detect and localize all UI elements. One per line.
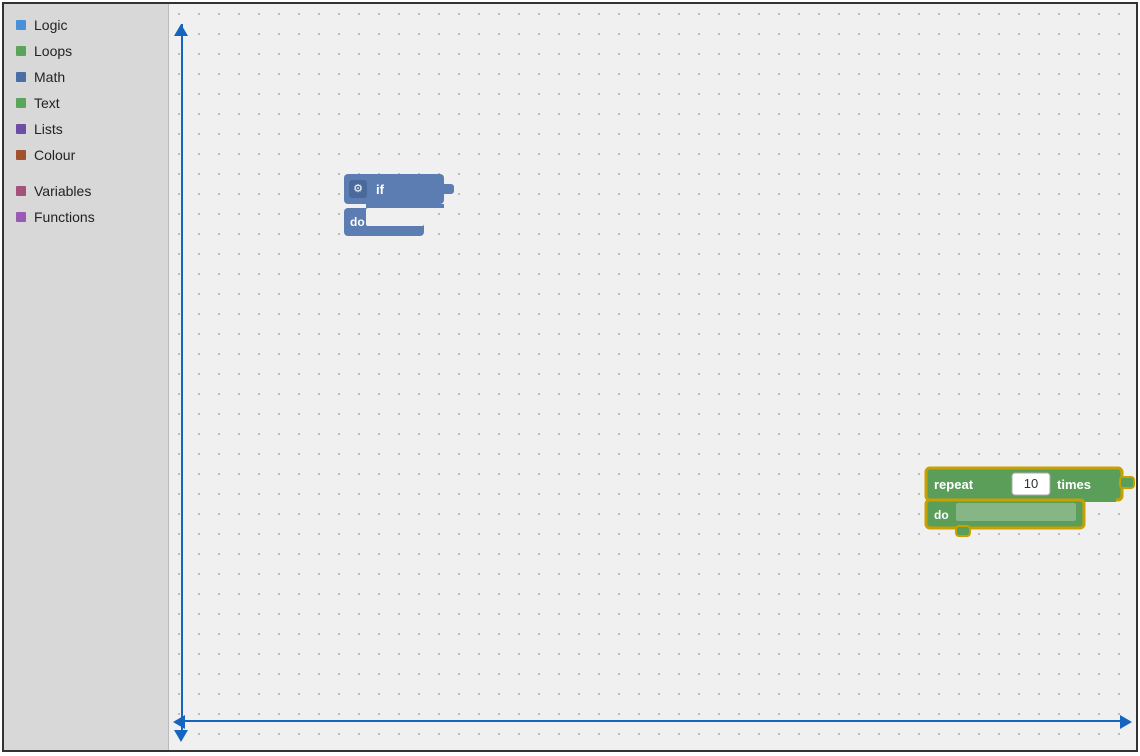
sidebar-item-logic[interactable]: Logic (4, 12, 168, 38)
sidebar-label-variables: Variables (34, 183, 91, 199)
sidebar-label-logic: Logic (34, 17, 67, 33)
arrow-right-icon (1120, 715, 1132, 729)
sidebar-item-text[interactable]: Text (4, 90, 168, 116)
sidebar-label-math: Math (34, 69, 65, 85)
svg-text:10: 10 (1024, 476, 1038, 491)
vertical-arrow (181, 24, 183, 730)
sidebar-item-variables[interactable]: Variables (4, 178, 168, 204)
svg-text:do: do (934, 508, 949, 522)
sidebar-label-colour: Colour (34, 147, 75, 163)
sidebar-item-lists[interactable]: Lists (4, 116, 168, 142)
if-block[interactable]: ⚙ if do (344, 174, 454, 249)
loops-color-dot (16, 46, 26, 56)
svg-text:if: if (376, 182, 385, 197)
lists-color-dot (16, 124, 26, 134)
main-container: Logic Loops Math Text Lists Colour Varia… (2, 2, 1138, 752)
svg-text:do: do (350, 215, 365, 229)
variables-color-dot (16, 186, 26, 196)
sidebar-item-functions[interactable]: Functions (4, 204, 168, 230)
sidebar: Logic Loops Math Text Lists Colour Varia… (4, 4, 169, 750)
colour-color-dot (16, 150, 26, 160)
svg-text:times: times (1057, 477, 1091, 492)
arrow-down-icon (174, 730, 188, 742)
sidebar-label-text: Text (34, 95, 60, 111)
sidebar-label-functions: Functions (34, 209, 95, 225)
sidebar-label-lists: Lists (34, 121, 63, 137)
svg-text:repeat: repeat (934, 477, 974, 492)
svg-text:⚙: ⚙ (353, 183, 363, 195)
arrow-left-icon (173, 715, 185, 729)
logic-color-dot (16, 20, 26, 30)
repeat-block[interactable]: repeat 10 times do (924, 466, 1136, 543)
math-color-dot (16, 72, 26, 82)
sidebar-label-loops: Loops (34, 43, 72, 59)
canvas[interactable]: ⚙ if do repeat (169, 4, 1136, 750)
sidebar-item-math[interactable]: Math (4, 64, 168, 90)
horizontal-arrow (185, 720, 1120, 722)
text-color-dot (16, 98, 26, 108)
sidebar-item-colour[interactable]: Colour (4, 142, 168, 168)
functions-color-dot (16, 212, 26, 222)
sidebar-item-loops[interactable]: Loops (4, 38, 168, 64)
